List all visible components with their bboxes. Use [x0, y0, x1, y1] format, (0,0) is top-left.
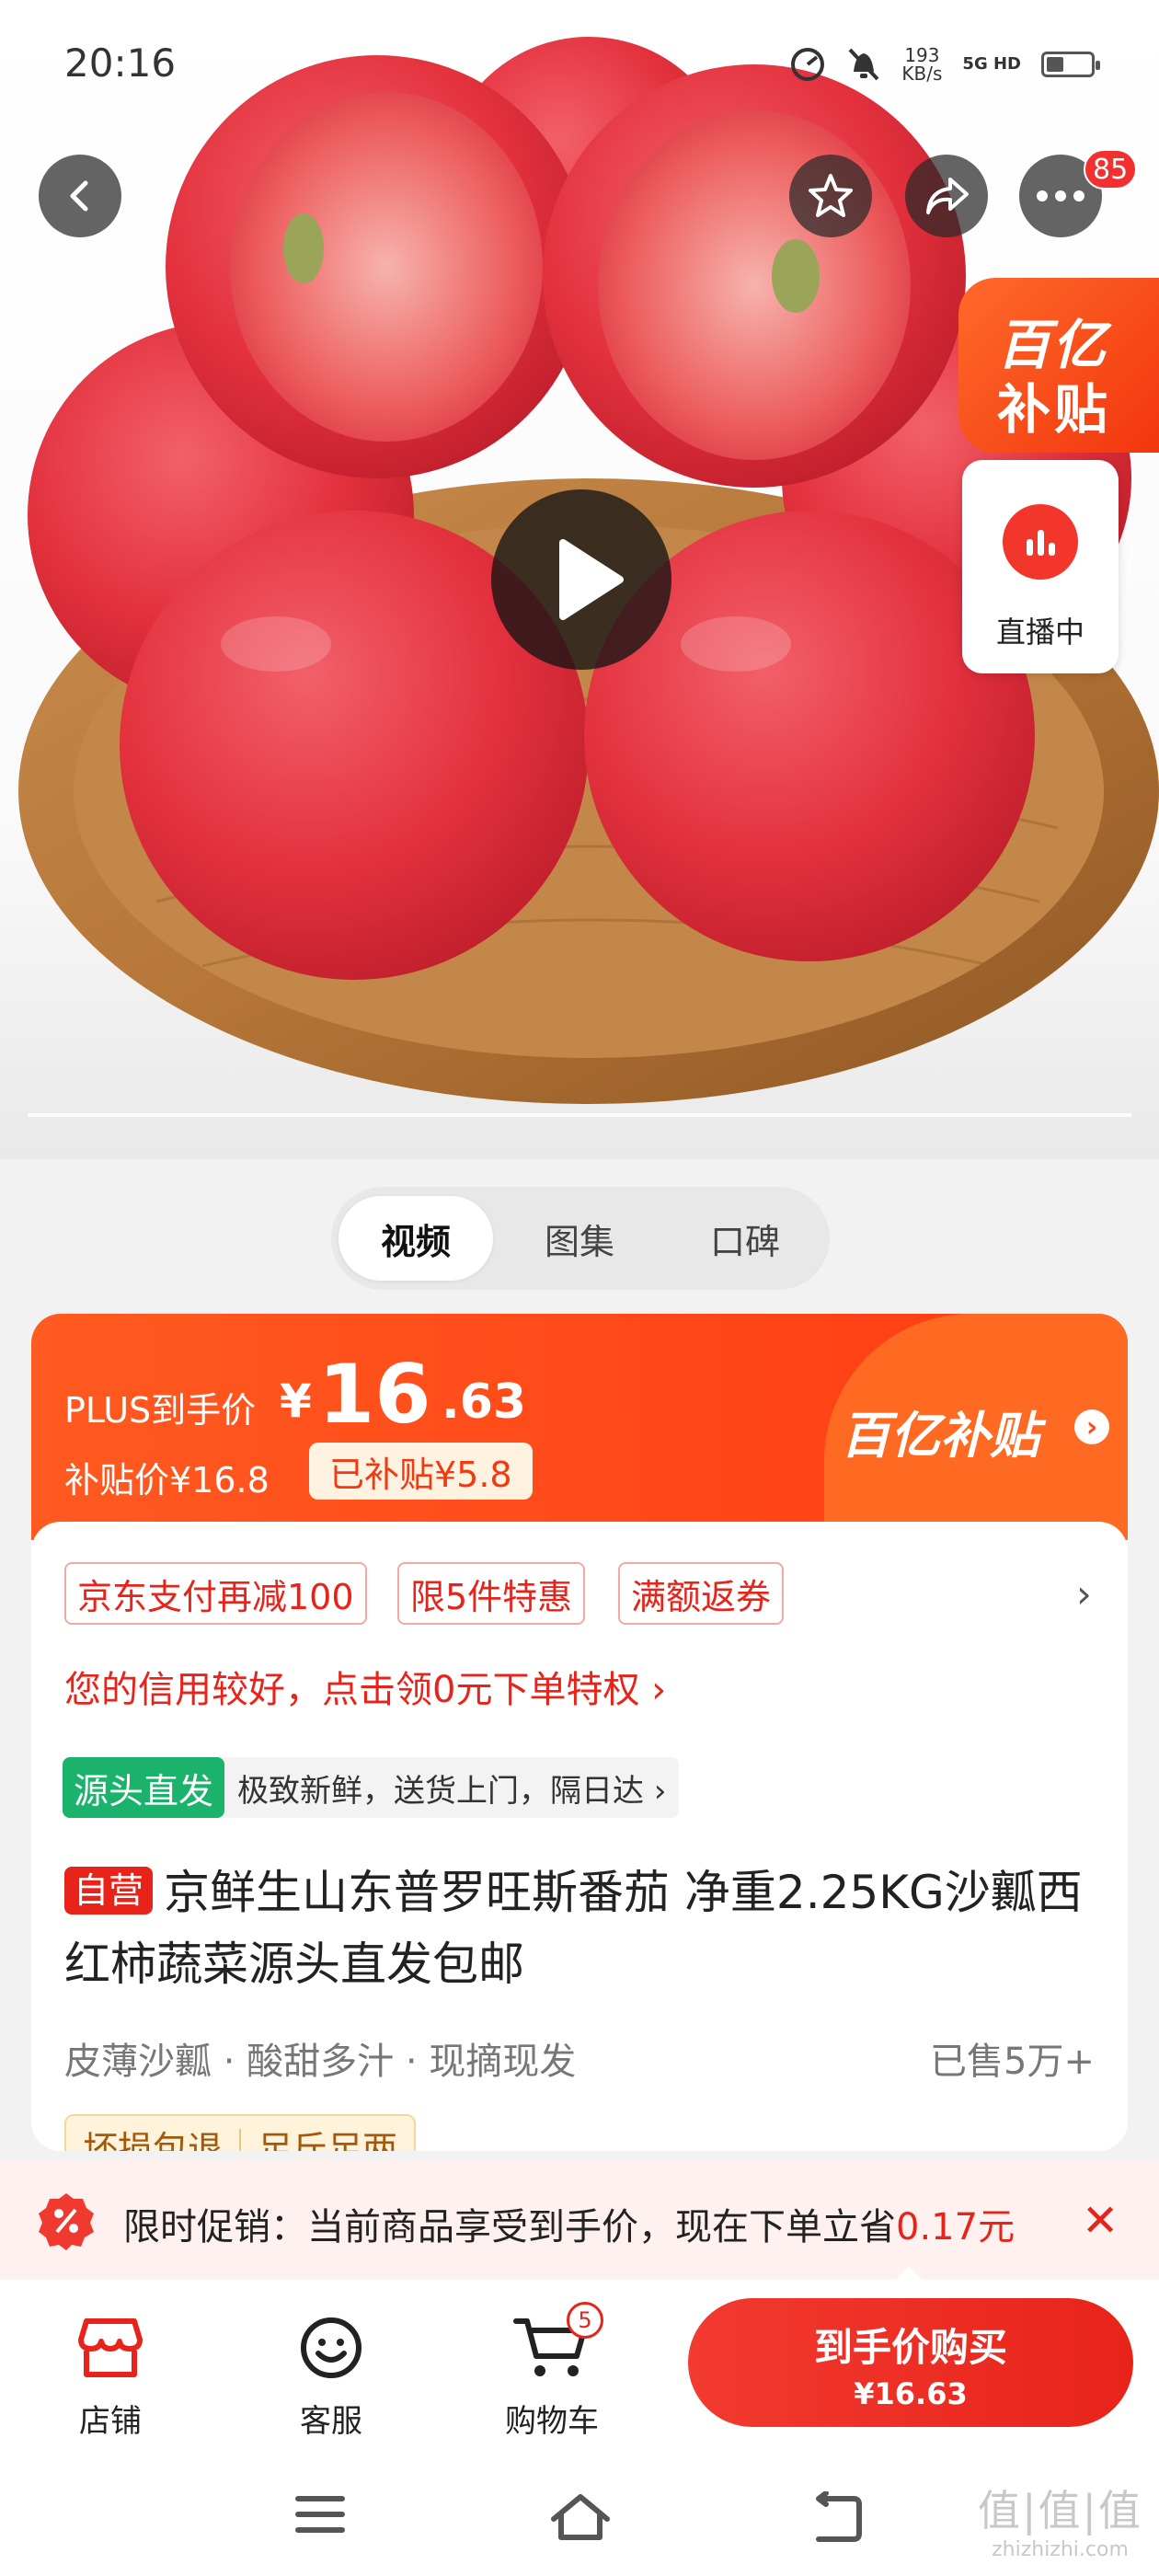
menu-icon[interactable]	[293, 2491, 348, 2537]
origin-direct-tag: 源头直发	[63, 1757, 225, 1818]
network-type: 5G HD	[962, 54, 1021, 74]
smile-chat-icon	[301, 2317, 361, 2378]
origin-direct-desc: 极致新鲜，送货上门，隔日达 ›	[237, 1772, 667, 1810]
tab-reviews[interactable]: 口碑	[668, 1196, 822, 1281]
subsidy-price: 补贴价¥16.8	[64, 1460, 270, 1501]
bottom-action-bar: 店铺 客服 5 购物车 到手价购买 ¥16.63	[0, 2280, 1159, 2458]
close-icon[interactable]: ✕	[1082, 2195, 1119, 2247]
mute-bell-icon	[848, 48, 879, 81]
promo-saving-amount: 0.17元	[896, 2206, 1016, 2248]
chevron-right-icon: ›	[1074, 1409, 1109, 1444]
more-dots-icon	[1037, 190, 1084, 201]
back-nav-icon[interactable]	[809, 2491, 865, 2543]
buy-now-button[interactable]: 到手价购买 ¥16.63	[688, 2298, 1133, 2427]
cart-button[interactable]: 5 购物车	[478, 2302, 625, 2441]
price-integer: 16	[318, 1347, 431, 1442]
promo-chip-coupon[interactable]: 满额返券	[618, 1562, 785, 1625]
store-button[interactable]: 店铺	[37, 2302, 184, 2441]
cart-label: 购物车	[505, 2403, 599, 2440]
battery-icon	[1041, 52, 1100, 77]
customer-service-label: 客服	[300, 2403, 362, 2440]
price-decimal: .63	[442, 1374, 527, 1430]
origin-direct-row[interactable]: 源头直发 极致新鲜，送货上门，隔日达 ›	[63, 1757, 680, 1818]
sold-count: 已售5万+	[930, 2041, 1095, 2083]
promo-message: 限时促销：当前商品享受到手价，现在下单立省0.17元	[123, 2197, 1015, 2250]
plus-price-label: PLUS到手价	[64, 1390, 257, 1431]
billion-subsidy-logo: 百亿补贴	[841, 1407, 1039, 1465]
discount-percent-icon	[39, 2193, 94, 2250]
self-operated-tag: 自营	[64, 1867, 154, 1915]
clock: 20:16	[64, 40, 177, 86]
guarantee-tags[interactable]: 坏损包退 足斤足两	[64, 2114, 417, 2152]
speed-value: 193	[904, 44, 940, 66]
product-media-area[interactable]: 20:16 193 KB/s 5G HD 85 百亿 补贴 直播中	[0, 0, 1159, 1159]
promo-chip-jdpay[interactable]: 京东支付再减100	[64, 1562, 367, 1625]
favorite-button[interactable]	[789, 155, 872, 237]
promo-message-text: 限时促销：当前商品享受到手价，现在下单立省	[123, 2206, 896, 2248]
product-title: 自营 京鲜生山东普罗旺斯番茄 净重2.25KG沙瓤西红柿蔬菜源头直发包邮	[64, 1857, 1104, 2000]
guarantee-item: 坏损包退	[83, 2128, 224, 2152]
price-banner[interactable]: PLUS到手价 ¥ 16 .63 补贴价¥16.8 已补贴¥5.8 百亿补贴 ›	[31, 1314, 1128, 1540]
subsidized-amount-tag: 已补贴¥5.8	[309, 1443, 533, 1500]
play-video-button[interactable]	[491, 489, 671, 670]
back-button[interactable]	[39, 155, 121, 237]
customer-service-button[interactable]: 客服	[258, 2302, 405, 2441]
feature-item: 现摘现发	[429, 2041, 577, 2083]
star-icon	[809, 174, 853, 217]
speedometer-icon	[791, 48, 825, 81]
play-icon	[559, 539, 624, 620]
tab-gallery[interactable]: 图集	[502, 1196, 657, 1281]
subsidy-line-2: 补贴	[997, 378, 1112, 441]
buy-button-price: ¥16.63	[854, 2376, 968, 2411]
live-stream-entry[interactable]: 直播中	[962, 460, 1119, 673]
feature-item: 酸甜多汁	[247, 2041, 395, 2083]
tab-video[interactable]: 视频	[339, 1196, 493, 1281]
network-speed: 193 KB/s	[901, 46, 942, 83]
feature-item: 皮薄沙瓤	[64, 2041, 212, 2083]
status-icons: 193 KB/s 5G HD	[789, 46, 1100, 83]
live-indicator-icon	[1003, 504, 1078, 580]
product-details: 京东支付再减100 限5件特惠 满额返券 › 您的信用较好，点击领0元下单特权 …	[31, 1522, 1128, 2151]
store-icon	[78, 2318, 143, 2377]
credit-privilege-link[interactable]: 您的信用较好，点击领0元下单特权 ›	[64, 1660, 666, 1713]
feature-list: 皮薄沙瓤 · 酸甜多汁 · 现摘现发	[64, 2041, 577, 2083]
store-label: 店铺	[79, 2403, 142, 2440]
speed-unit: KB/s	[901, 63, 943, 85]
promo-chip-limit[interactable]: 限5件特惠	[397, 1562, 586, 1625]
watermark-logo: 值|值|值	[978, 2486, 1142, 2536]
promotions-more-icon[interactable]: ›	[1076, 1571, 1092, 1616]
watermark-domain: zhizhizhi.com	[992, 2538, 1129, 2561]
share-icon	[926, 178, 969, 214]
live-label: 直播中	[995, 615, 1084, 650]
chevron-left-icon	[70, 180, 88, 212]
share-button[interactable]	[905, 155, 988, 237]
currency-symbol: ¥	[280, 1374, 312, 1428]
status-bar: 20:16 193 KB/s 5G HD	[0, 40, 1159, 96]
video-progress-bar[interactable]	[28, 1113, 1131, 1117]
product-info-card: PLUS到手价 ¥ 16 .63 补贴价¥16.8 已补贴¥5.8 百亿补贴 ›…	[31, 1314, 1128, 2151]
home-icon[interactable]	[548, 2491, 613, 2543]
buy-button-label: 到手价购买	[813, 2325, 1007, 2370]
limited-time-promo-bar: 限时促销：当前商品享受到手价，现在下单立省0.17元 ✕	[0, 2160, 1159, 2280]
cart-count-badge: 5	[567, 2302, 603, 2339]
site-watermark: 值|值|值 zhizhizhi.com	[978, 2478, 1142, 2561]
billion-subsidy-tab[interactable]: 百亿 补贴	[958, 278, 1159, 453]
product-title-text: 京鲜生山东普罗旺斯番茄 净重2.25KG沙瓤西红柿蔬菜源头直发包邮	[64, 1866, 1083, 1991]
guarantee-item: 足斤足两	[258, 2128, 398, 2152]
message-count-badge: 85	[1084, 149, 1138, 190]
system-navigation-bar: 值|值|值 zhizhizhi.com	[0, 2458, 1159, 2576]
media-tab-switcher: 视频 图集 口碑	[331, 1187, 830, 1290]
